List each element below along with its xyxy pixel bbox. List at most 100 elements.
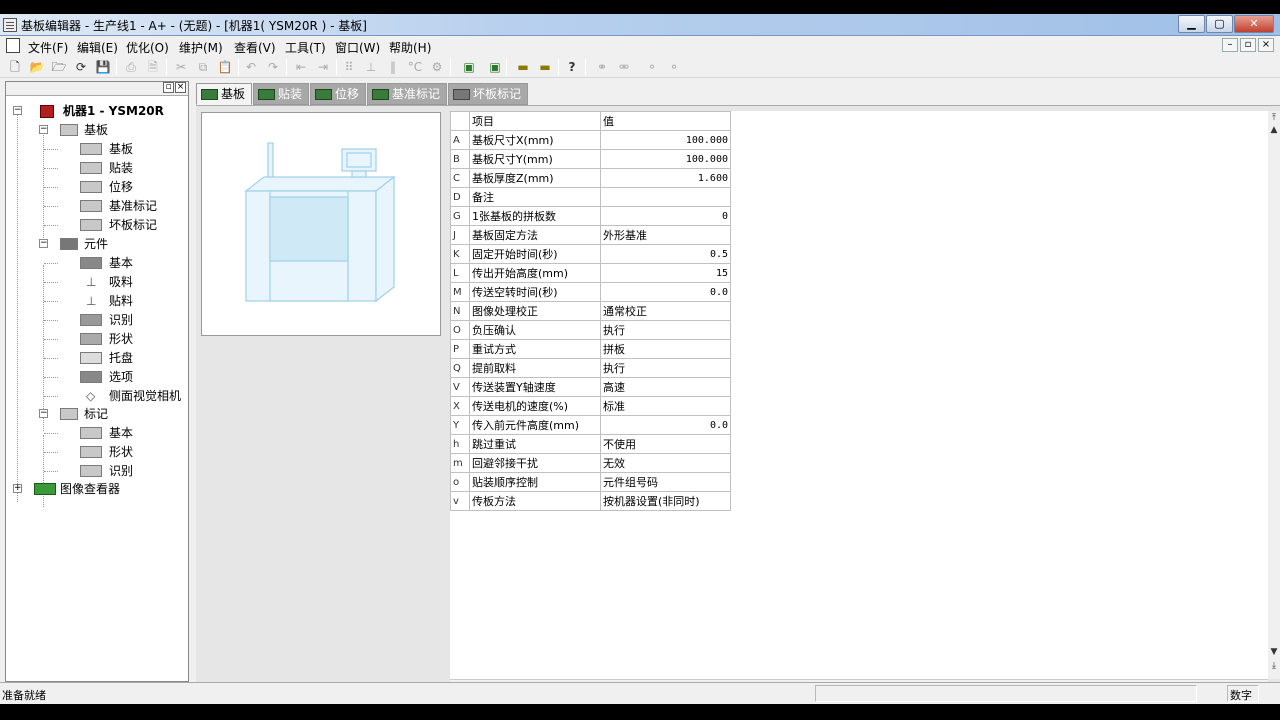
tree-item-pickup[interactable]: ⊥ 吸料 xyxy=(44,273,186,291)
close-pane-icon[interactable]: × xyxy=(175,82,186,93)
tree-item-mount[interactable]: 贴装 xyxy=(44,159,186,177)
delete-row-icon[interactable]: ⇥ xyxy=(314,58,332,76)
tree-item-shape[interactable]: 形状 xyxy=(44,330,186,348)
collapse-icon[interactable]: − xyxy=(39,125,48,134)
scroll-bottom-icon[interactable]: ⤓ xyxy=(1268,661,1280,671)
property-value[interactable]: 0 xyxy=(600,206,731,226)
mdi-restore-button[interactable]: ▫ xyxy=(1240,38,1256,52)
component-icon[interactable]: ▬ xyxy=(514,58,532,76)
connect-icon[interactable]: ⚭ xyxy=(593,58,611,76)
cut-icon[interactable]: ✂ xyxy=(172,58,190,76)
property-value[interactable]: 拼板 xyxy=(600,339,731,359)
tree-item-mark-vision[interactable]: 识别 xyxy=(44,462,186,480)
table-row[interactable]: Y 传入前元件高度(mm) 0.0 xyxy=(450,415,731,435)
scroll-down-icon[interactable]: ▼ xyxy=(1268,647,1280,657)
redo-icon[interactable]: ↷ xyxy=(264,58,282,76)
disconnect-icon[interactable]: ⚮ xyxy=(615,58,633,76)
tab-mount[interactable]: 贴装 xyxy=(253,83,309,105)
help-icon[interactable]: ? xyxy=(563,58,581,76)
property-value[interactable]: 元件组号码 xyxy=(600,472,731,492)
property-value[interactable]: 标准 xyxy=(600,396,731,416)
table-row[interactable]: h 跳过重试 不使用 xyxy=(450,434,731,454)
table-row[interactable]: M 传送空转时间(秒) 0.0 xyxy=(450,282,731,302)
nozzle-icon[interactable]: ⊥ xyxy=(362,58,380,76)
tree-group-mark[interactable]: − 标记 xyxy=(36,405,186,423)
print-icon[interactable]: ⎙ xyxy=(122,58,140,76)
table-row[interactable]: C 基板厚度Z(mm) 1.600 xyxy=(450,168,731,188)
table-row[interactable]: X 传送电机的速度(%) 标准 xyxy=(450,396,731,416)
table-row[interactable]: D 备注 xyxy=(450,187,731,207)
tree-item-fiducial[interactable]: 基准标记 xyxy=(44,197,186,215)
board-import-icon[interactable]: ▣ xyxy=(486,58,504,76)
property-value[interactable]: 执行 xyxy=(600,320,731,340)
tab-offset[interactable]: 位移 xyxy=(310,83,366,105)
tree-root-machine[interactable]: − 机器1 - YSM20R xyxy=(10,102,188,120)
table-row[interactable]: N 图像处理校正 通常校正 xyxy=(450,301,731,321)
property-value[interactable]: 通常校正 xyxy=(600,301,731,321)
tree-group-component[interactable]: − 元件 xyxy=(36,235,186,253)
property-value[interactable]: 0.0 xyxy=(600,282,731,302)
menu-optimize[interactable]: 优化(O) xyxy=(126,39,169,56)
collapse-icon[interactable]: − xyxy=(39,409,48,418)
property-value[interactable]: 0.0 xyxy=(600,415,731,435)
table-row[interactable]: L 传出开始高度(mm) 15 xyxy=(450,263,731,283)
refresh-file-icon[interactable]: ⟳ xyxy=(72,58,90,76)
tree-item-comp-basic[interactable]: 基本 xyxy=(44,254,186,272)
property-value[interactable]: 执行 xyxy=(600,358,731,378)
tree-item-board[interactable]: 基板 xyxy=(44,140,186,158)
table-row[interactable]: K 固定开始时间(秒) 0.5 xyxy=(450,244,731,264)
menu-window[interactable]: 窗口(W) xyxy=(335,39,380,56)
mdi-minimize-button[interactable]: – xyxy=(1222,38,1238,52)
calibrate-icon[interactable]: ⚙ xyxy=(428,58,446,76)
print-preview-icon[interactable]: 🗎 xyxy=(144,58,162,76)
open-folder-icon[interactable]: 📂 xyxy=(28,58,46,76)
property-value[interactable]: 15 xyxy=(600,263,731,283)
mdi-close-button[interactable]: × xyxy=(1258,38,1274,52)
open-recent-icon[interactable]: 🗁 xyxy=(50,58,68,76)
property-value[interactable] xyxy=(600,187,731,207)
temperature-icon[interactable]: °C xyxy=(406,58,424,76)
board-export-icon[interactable]: ▣ xyxy=(460,58,478,76)
undo-icon[interactable]: ↶ xyxy=(242,58,260,76)
property-value[interactable]: 100.000 xyxy=(600,130,731,150)
tree-item-vision[interactable]: 识别 xyxy=(44,311,186,329)
table-row[interactable]: V 传送装置Y轴速度 高速 xyxy=(450,377,731,397)
collapse-icon[interactable]: − xyxy=(13,106,22,115)
table-row[interactable]: Q 提前取料 执行 xyxy=(450,358,731,378)
table-row[interactable]: P 重试方式 拼板 xyxy=(450,339,731,359)
tree-item-placement[interactable]: ⊥ 贴料 xyxy=(44,292,186,310)
tree-item-bad-mark[interactable]: 坏板标记 xyxy=(44,216,186,234)
menu-file[interactable]: 文件(F) xyxy=(28,39,68,56)
tree-item-tray[interactable]: 托盘 xyxy=(44,349,186,367)
grid-icon[interactable]: ⠿ xyxy=(340,58,358,76)
scroll-up-icon[interactable]: ▲ xyxy=(1268,125,1280,135)
menu-tools[interactable]: 工具(T) xyxy=(285,39,326,56)
menu-maintenance[interactable]: 维护(M) xyxy=(179,39,223,56)
tree-item-side-camera[interactable]: ◇ 侧面视觉相机 xyxy=(44,387,186,405)
tree-item-mark-basic[interactable]: 基本 xyxy=(44,424,186,442)
tree-item-mark-shape[interactable]: 形状 xyxy=(44,443,186,461)
vertical-scrollbar[interactable]: ⤒ ▲ ▼ ⤓ xyxy=(1268,111,1280,679)
table-row[interactable]: v 传板方法 按机器设置(非同时) xyxy=(450,491,731,511)
tab-fiducial[interactable]: 基准标记 xyxy=(367,83,447,105)
table-row[interactable]: B 基板尺寸Y(mm) 100.000 xyxy=(450,149,731,169)
pins-icon[interactable]: ‖ xyxy=(384,58,402,76)
minimize-button[interactable]: ▁ xyxy=(1178,15,1205,33)
table-row[interactable]: A 基板尺寸X(mm) 100.000 xyxy=(450,130,731,150)
save-icon[interactable]: 💾 xyxy=(94,58,112,76)
tree-image-viewer[interactable]: + 图像查看器 xyxy=(10,480,188,498)
scroll-top-icon[interactable]: ⤒ xyxy=(1268,113,1280,123)
property-value[interactable]: 按机器设置(非同时) xyxy=(600,491,731,511)
tab-board[interactable]: 基板 xyxy=(196,83,252,105)
maximize-button[interactable]: ▢ xyxy=(1206,15,1233,33)
tree-item-offset[interactable]: 位移 xyxy=(44,178,186,196)
receive-icon[interactable]: ⚬ xyxy=(665,58,683,76)
tree-group-board[interactable]: − 基板 xyxy=(36,121,186,139)
tab-bad-mark[interactable]: 坏板标记 xyxy=(448,83,528,105)
table-row[interactable]: o 贴装顺序控制 元件组号码 xyxy=(450,472,731,492)
expand-icon[interactable]: + xyxy=(13,484,22,493)
property-value[interactable]: 100.000 xyxy=(600,149,731,169)
document-icon[interactable] xyxy=(6,38,20,53)
app-icon[interactable] xyxy=(3,18,17,32)
table-row[interactable]: G 1张基板的拼板数 0 xyxy=(450,206,731,226)
